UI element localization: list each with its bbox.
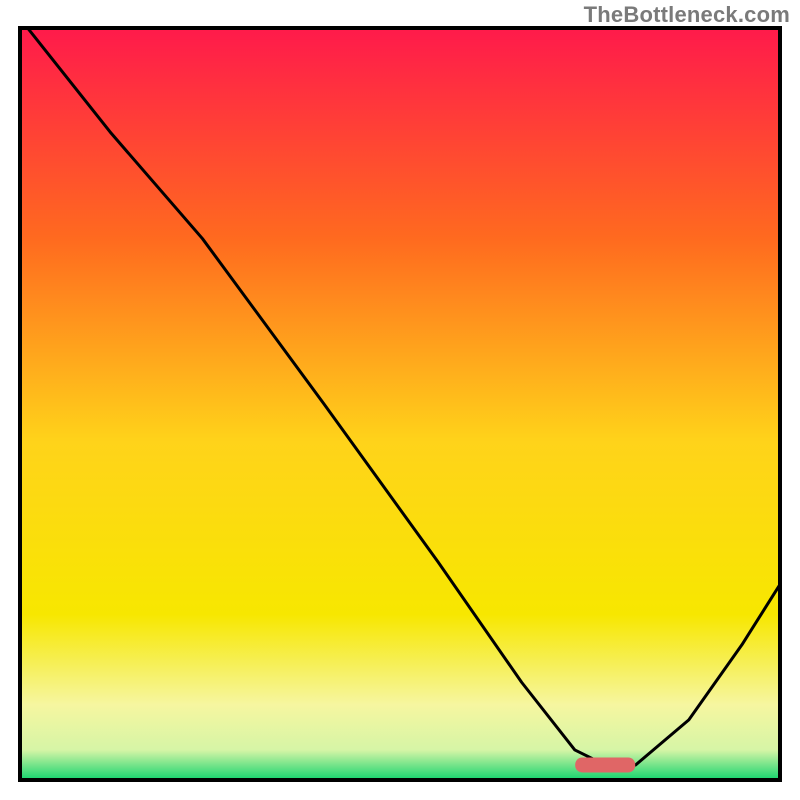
gradient-background <box>20 28 780 780</box>
watermark-text: TheBottleneck.com <box>584 2 790 28</box>
chart-svg <box>0 0 800 800</box>
chart-stage: TheBottleneck.com <box>0 0 800 800</box>
optimal-marker <box>575 757 635 772</box>
